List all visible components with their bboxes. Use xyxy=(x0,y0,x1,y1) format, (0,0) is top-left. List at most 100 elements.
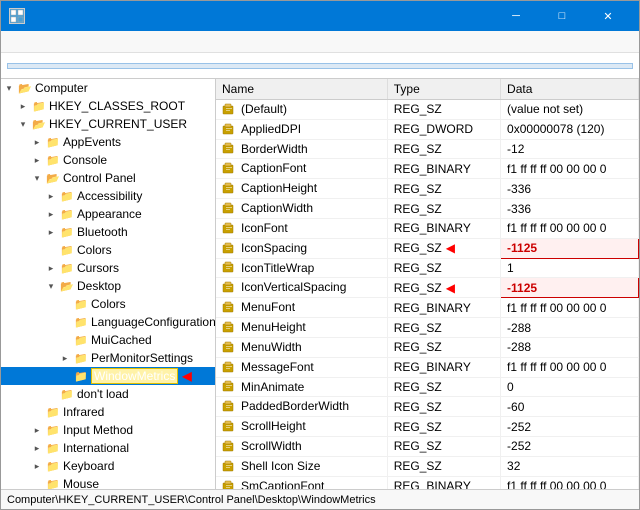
tree-label: MuiCached xyxy=(91,333,152,347)
menu-favorites[interactable] xyxy=(49,39,65,45)
col-type[interactable]: Type xyxy=(387,79,500,100)
table-row[interactable]: MinAnimateREG_SZ0 xyxy=(216,377,639,397)
expand-btn[interactable]: ▾ xyxy=(15,116,31,132)
reg-data: -1125 xyxy=(501,238,639,258)
table-row[interactable]: (Default)REG_SZ(value not set) xyxy=(216,100,639,120)
expand-btn[interactable]: ▾ xyxy=(1,80,17,96)
expand-btn[interactable]: ▸ xyxy=(43,260,59,276)
reg-type: REG_SZ xyxy=(387,139,500,159)
folder-icon: 📂 xyxy=(17,81,33,95)
reg-data: 0x00000078 (120) xyxy=(501,119,639,139)
expand-btn[interactable]: ▸ xyxy=(43,188,59,204)
maximize-button[interactable]: □ xyxy=(539,1,585,31)
minimize-button[interactable]: ─ xyxy=(493,1,539,31)
reg-data: -12 xyxy=(501,139,639,159)
expand-btn[interactable] xyxy=(43,386,59,402)
tree-label: LanguageConfiguration xyxy=(91,315,216,329)
tree-item-muicached[interactable]: 📁MuiCached xyxy=(1,331,215,349)
table-row[interactable]: SmCaptionFontREG_BINARYf1 ff ff ff 00 00… xyxy=(216,476,639,489)
tree-item-permonitorsettings[interactable]: ▸📁PerMonitorSettings xyxy=(1,349,215,367)
tree-item-languageconfiguration[interactable]: 📁LanguageConfiguration xyxy=(1,313,215,331)
table-row[interactable]: CaptionWidthREG_SZ-336 xyxy=(216,199,639,219)
table-row[interactable]: IconFontREG_BINARYf1 ff ff ff 00 00 00 0 xyxy=(216,218,639,238)
tree-item-colors[interactable]: 📁Colors xyxy=(1,241,215,259)
tree-label: Infrared xyxy=(63,405,104,419)
tree-item-windowmetrics[interactable]: 📁WindowMetrics◀ xyxy=(1,367,215,385)
tree-item-cursors[interactable]: ▸📁Cursors xyxy=(1,259,215,277)
menu-edit[interactable] xyxy=(17,39,33,45)
expand-btn[interactable] xyxy=(29,476,45,489)
tree-item-hkey_classes_root[interactable]: ▸📁HKEY_CLASSES_ROOT xyxy=(1,97,215,115)
table-row[interactable]: IconSpacingREG_SZ◀-1125 xyxy=(216,238,639,258)
tree-item-keyboard[interactable]: ▸📁Keyboard xyxy=(1,457,215,475)
expand-btn[interactable]: ▸ xyxy=(43,206,59,222)
tree-item-hkey_current_user[interactable]: ▾📂HKEY_CURRENT_USER xyxy=(1,115,215,133)
expand-btn[interactable]: ▸ xyxy=(29,422,45,438)
tree-item-input-method[interactable]: ▸📁Input Method xyxy=(1,421,215,439)
expand-btn[interactable]: ▸ xyxy=(29,440,45,456)
tree-item-colors[interactable]: 📁Colors xyxy=(1,295,215,313)
table-row[interactable]: BorderWidthREG_SZ-12 xyxy=(216,139,639,159)
expand-btn[interactable] xyxy=(43,242,59,258)
expand-btn[interactable]: ▾ xyxy=(29,170,45,186)
expand-btn[interactable] xyxy=(57,314,73,330)
menu-file[interactable] xyxy=(1,39,17,45)
table-row[interactable]: MessageFontREG_BINARYf1 ff ff ff 00 00 0… xyxy=(216,357,639,377)
reg-entry-icon xyxy=(222,123,238,137)
table-row[interactable]: PaddedBorderWidthREG_SZ-60 xyxy=(216,397,639,417)
expand-btn[interactable] xyxy=(57,368,73,384)
table-row[interactable]: MenuHeightREG_SZ-288 xyxy=(216,318,639,338)
tree-item-don't-load[interactable]: 📁don't load xyxy=(1,385,215,403)
tree-item-appearance[interactable]: ▸📁Appearance xyxy=(1,205,215,223)
tree-item-international[interactable]: ▸📁International xyxy=(1,439,215,457)
table-row[interactable]: IconVerticalSpacingREG_SZ◀-1125 xyxy=(216,278,639,298)
table-row[interactable]: CaptionFontREG_BINARYf1 ff ff ff 00 00 0… xyxy=(216,159,639,179)
reg-data: -252 xyxy=(501,417,639,437)
tree-item-computer[interactable]: ▾📂Computer xyxy=(1,79,215,97)
expand-btn[interactable]: ▸ xyxy=(43,224,59,240)
reg-entry-icon xyxy=(222,301,238,315)
reg-name: AppliedDPI xyxy=(216,119,387,139)
table-row[interactable]: AppliedDPIREG_DWORD0x00000078 (120) xyxy=(216,119,639,139)
table-row[interactable]: MenuFontREG_BINARYf1 ff ff ff 00 00 00 0 xyxy=(216,298,639,318)
tree-label: HKEY_CLASSES_ROOT xyxy=(49,99,185,113)
tree-item-desktop[interactable]: ▾📂Desktop xyxy=(1,277,215,295)
tree-item-mouse[interactable]: 📁Mouse xyxy=(1,475,215,489)
table-row[interactable]: ScrollWidthREG_SZ-252 xyxy=(216,437,639,457)
expand-btn[interactable]: ▸ xyxy=(29,152,45,168)
expand-btn[interactable]: ▸ xyxy=(57,350,73,366)
folder-icon: 📁 xyxy=(73,333,89,347)
col-data[interactable]: Data xyxy=(501,79,639,100)
tree-item-appevents[interactable]: ▸📁AppEvents xyxy=(1,133,215,151)
col-name[interactable]: Name xyxy=(216,79,387,100)
table-row[interactable]: IconTitleWrapREG_SZ1 xyxy=(216,258,639,278)
tree-label: International xyxy=(63,441,129,455)
tree-label: Console xyxy=(63,153,107,167)
reg-type: REG_SZ xyxy=(387,179,500,199)
tree-item-infrared[interactable]: 📁Infrared xyxy=(1,403,215,421)
table-row[interactable]: ScrollHeightREG_SZ-252 xyxy=(216,417,639,437)
tree-label: AppEvents xyxy=(63,135,121,149)
tree-item-bluetooth[interactable]: ▸📁Bluetooth xyxy=(1,223,215,241)
expand-btn[interactable]: ▸ xyxy=(29,458,45,474)
close-button[interactable]: ✕ xyxy=(585,1,631,31)
menu-view[interactable] xyxy=(33,39,49,45)
tree-item-control-panel[interactable]: ▾📂Control Panel xyxy=(1,169,215,187)
expand-btn[interactable] xyxy=(57,332,73,348)
tree-item-accessibility[interactable]: ▸📁Accessibility xyxy=(1,187,215,205)
reg-data: 0 xyxy=(501,377,639,397)
menu-help[interactable] xyxy=(65,39,81,45)
tree-item-console[interactable]: ▸📁Console xyxy=(1,151,215,169)
expand-btn[interactable]: ▾ xyxy=(43,278,59,294)
table-row[interactable]: CaptionHeightREG_SZ-336 xyxy=(216,179,639,199)
expand-btn[interactable]: ▸ xyxy=(15,98,31,114)
expand-btn[interactable] xyxy=(29,404,45,420)
reg-data: f1 ff ff ff 00 00 00 0 xyxy=(501,218,639,238)
table-row[interactable]: Shell Icon SizeREG_SZ32 xyxy=(216,456,639,476)
tree-label: Keyboard xyxy=(63,459,114,473)
address-input[interactable] xyxy=(7,63,633,69)
reg-data: -336 xyxy=(501,179,639,199)
expand-btn[interactable]: ▸ xyxy=(29,134,45,150)
table-row[interactable]: MenuWidthREG_SZ-288 xyxy=(216,337,639,357)
expand-btn[interactable] xyxy=(57,296,73,312)
